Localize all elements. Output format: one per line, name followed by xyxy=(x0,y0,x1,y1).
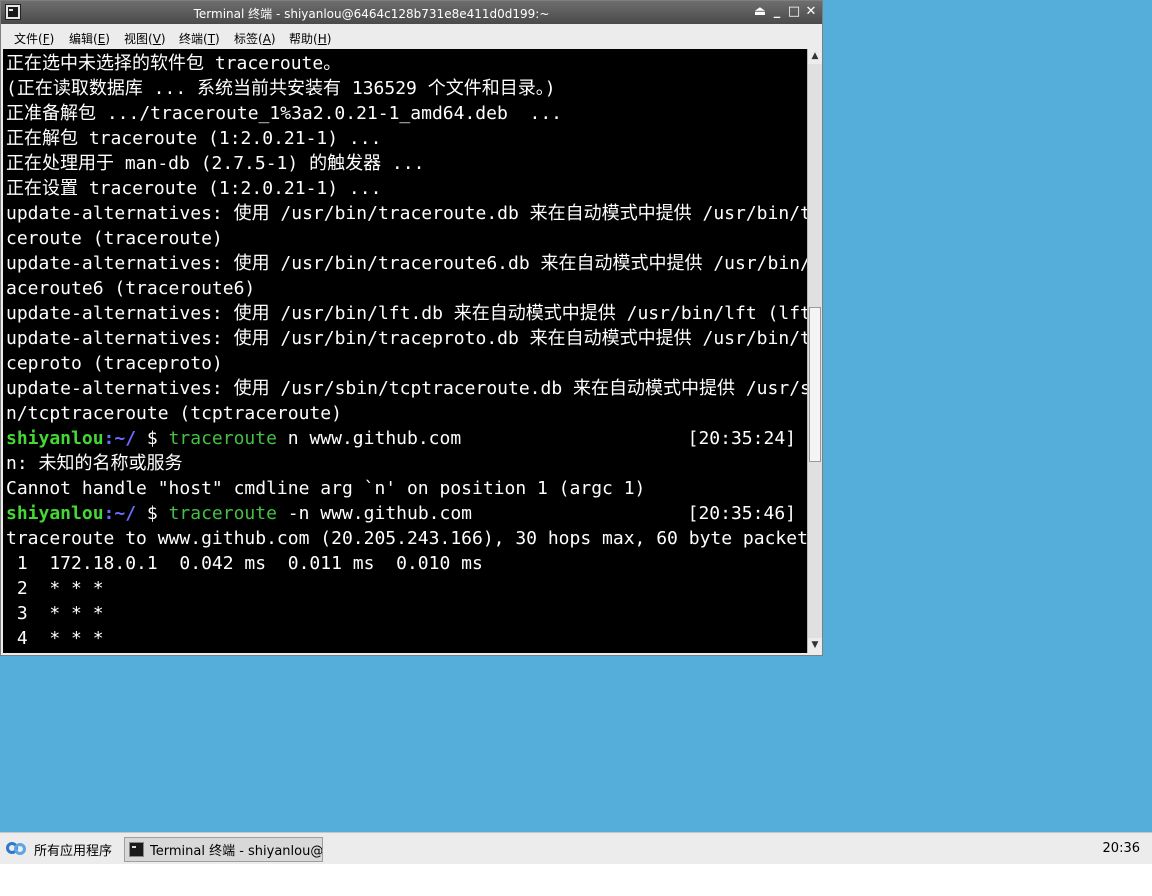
close-button[interactable]: ✕ xyxy=(804,4,818,20)
menu-tabs-label: 标签( xyxy=(234,32,263,46)
scrollbar-thumb[interactable] xyxy=(809,307,821,462)
taskbar-terminal-button[interactable]: Terminal 终端 - shiyanlou@··· xyxy=(124,837,323,862)
command-args: n www.github.com xyxy=(276,428,462,449)
menu-view-label: 视图( xyxy=(124,32,153,46)
menu-edit-label: 编辑( xyxy=(69,32,98,46)
bottom-blank-area xyxy=(0,864,1152,896)
applications-menu-icon xyxy=(4,839,28,859)
menu-file-end: ) xyxy=(49,32,55,46)
terminal-line: 正在设置 traceroute (1:2.0.21-1) ... xyxy=(6,178,382,199)
terminal-line: 正在选中未选择的软件包 traceroute。 xyxy=(6,53,342,74)
terminal-line: Cannot handle "host" cmdline arg `n' on … xyxy=(6,478,646,499)
terminal-line: update-alternatives: 使用 /usr/bin/tracepr… xyxy=(6,328,807,349)
menu-help[interactable]: 帮助(H) xyxy=(289,30,331,47)
menu-terminal[interactable]: 终端(T) xyxy=(179,30,220,47)
prompt-dollar: $ xyxy=(136,428,169,449)
menu-tabs-end: ) xyxy=(270,32,276,46)
applications-menu-button[interactable]: 所有应用程序 xyxy=(4,837,112,861)
terminal-line: update-alternatives: 使用 /usr/bin/lft.db … xyxy=(6,303,807,324)
window-titlebar[interactable]: Terminal 终端 - shiyanlou@6464c128b731e8e4… xyxy=(1,1,822,24)
window-controls: ⏏ _ □ ✕ xyxy=(753,4,818,20)
terminal-line: ceroute (traceroute) xyxy=(6,228,223,249)
terminal-line: 2 * * * xyxy=(6,578,104,599)
window-title: Terminal 终端 - shiyanlou@6464c128b731e8e4… xyxy=(193,7,550,21)
prompt-path: :~/ xyxy=(103,503,137,524)
menu-terminal-end: ) xyxy=(215,32,220,46)
terminal-line: 4 * * * xyxy=(6,628,104,649)
menu-help-label: 帮助( xyxy=(289,32,318,46)
menu-file-accel: F xyxy=(42,32,50,46)
shade-button[interactable]: ⏏ xyxy=(753,4,767,20)
prompt-user: shiyanlou xyxy=(6,428,104,449)
command-name: traceroute xyxy=(168,428,277,449)
terminal-icon xyxy=(129,842,144,857)
terminal-line: ceproto (traceproto) xyxy=(6,353,223,374)
prompt-dollar: $ xyxy=(136,503,169,524)
vertical-scrollbar[interactable]: ▲ ▼ xyxy=(807,49,822,653)
prompt-timestamp: [20:35:24] xyxy=(687,428,796,449)
menu-tabs-accel: A xyxy=(262,32,271,46)
terminal-output[interactable]: 正在选中未选择的软件包 traceroute。 (正在读取数据库 ... 系统当… xyxy=(3,49,807,653)
scroll-down-arrow-icon[interactable]: ▼ xyxy=(808,638,822,653)
terminal-line: update-alternatives: 使用 /usr/sbin/tcptra… xyxy=(6,378,807,399)
terminal-line: n: 未知的名称或服务 xyxy=(6,453,183,474)
menu-bar: 文件(F) 编辑(E) 视图(V) 终端(T) 标签(A) 帮助(H) xyxy=(1,24,822,49)
command-name: traceroute xyxy=(168,503,277,524)
scroll-up-arrow-icon[interactable]: ▲ xyxy=(808,49,822,64)
menu-edit-end: ) xyxy=(105,32,110,46)
shell-prompt-line: shiyanlou:~/ $ traceroute n www.github.c… xyxy=(6,426,461,451)
menu-file[interactable]: 文件(F) xyxy=(14,30,54,47)
prompt-path: :~/ xyxy=(103,428,137,449)
prompt-user: shiyanlou xyxy=(6,503,104,524)
prompt-timestamp: [20:35:46] xyxy=(687,503,796,524)
taskbar: 所有应用程序 Terminal 终端 - shiyanlou@··· 20:36 xyxy=(0,832,1152,864)
terminal-line: 正在解包 traceroute (1:2.0.21-1) ... xyxy=(6,128,382,149)
taskbar-terminal-label: Terminal 终端 - shiyanlou@··· xyxy=(150,844,323,859)
menu-view-end: ) xyxy=(160,32,166,46)
terminal-line: 3 * * * xyxy=(6,603,104,624)
menu-terminal-label: 终端( xyxy=(179,32,208,46)
menu-view-accel: V xyxy=(152,32,161,46)
command-args: -n www.github.com xyxy=(276,503,473,524)
menu-file-label: 文件( xyxy=(14,32,43,46)
menu-help-accel: H xyxy=(317,32,327,46)
taskbar-clock[interactable]: 20:36 xyxy=(1103,841,1140,856)
shell-prompt-line: shiyanlou:~/ $ traceroute -n www.github.… xyxy=(6,501,472,526)
terminal-line: 1 172.18.0.1 0.042 ms 0.011 ms 0.010 ms xyxy=(6,553,483,574)
terminal-line: n/tcptraceroute (tcptraceroute) xyxy=(6,403,342,424)
terminal-line: traceroute to www.github.com (20.205.243… xyxy=(6,528,807,549)
terminal-window: Terminal 终端 - shiyanlou@6464c128b731e8e4… xyxy=(0,0,823,656)
terminal-line: (正在读取数据库 ... 系统当前共安装有 136529 个文件和目录。) xyxy=(6,78,556,99)
menu-terminal-accel: T xyxy=(207,32,216,46)
maximize-button[interactable]: □ xyxy=(787,4,801,20)
applications-menu-label: 所有应用程序 xyxy=(34,843,113,859)
terminal-line: update-alternatives: 使用 /usr/bin/tracero… xyxy=(6,203,807,224)
terminal-line: 正在处理用于 man-db (2.7.5-1) 的触发器 ... xyxy=(6,153,425,174)
menu-tabs[interactable]: 标签(A) xyxy=(234,30,276,47)
terminal-line: 正准备解包 .../traceroute_1%3a2.0.21-1_amd64.… xyxy=(6,103,562,124)
terminal-line: aceroute6 (traceroute6) xyxy=(6,278,256,299)
menu-help-end: ) xyxy=(326,32,332,46)
terminal-line: update-alternatives: 使用 /usr/bin/tracero… xyxy=(6,253,807,274)
menu-view[interactable]: 视图(V) xyxy=(124,30,166,47)
minimize-button[interactable]: _ xyxy=(770,4,784,20)
menu-edit[interactable]: 编辑(E) xyxy=(69,30,110,47)
